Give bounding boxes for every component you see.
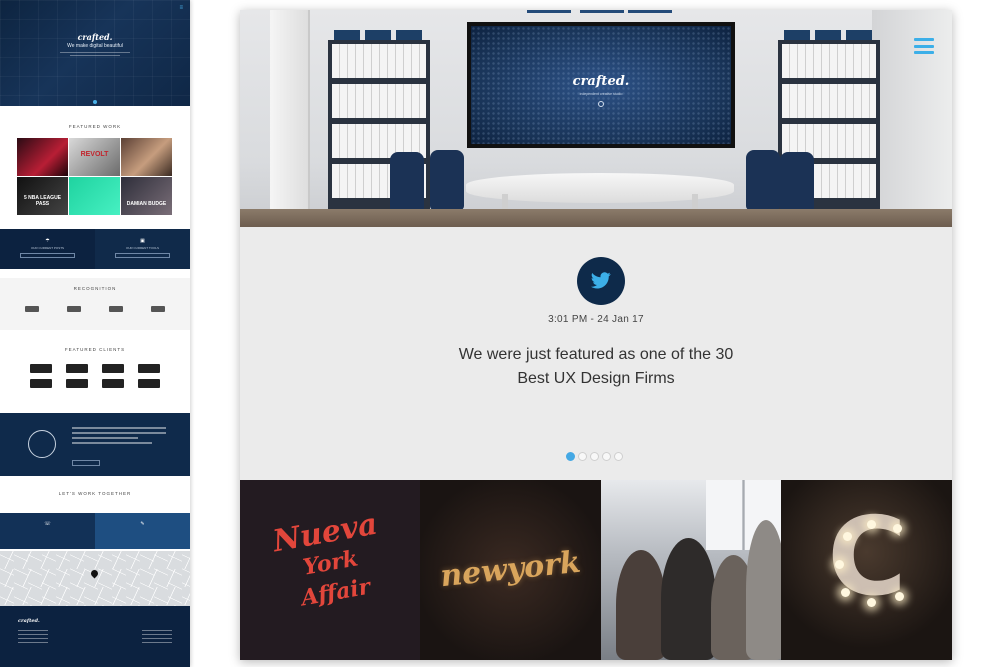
footer-logo: crafted.	[18, 618, 40, 624]
gallery-tile-marquee-letter[interactable]: C	[781, 480, 952, 660]
work-tile[interactable]: 5 NBA LEAGUE PASS	[17, 177, 68, 215]
gallery-tile-lettering-gold[interactable]: newyork	[420, 480, 601, 660]
twitter-icon[interactable]	[577, 257, 625, 305]
lets-work-title: LET'S WORK TOGETHER	[58, 491, 132, 496]
thumbnail-hero: ≡ crafted. We make digital beautiful	[0, 0, 190, 106]
gallery-tile-team-photo[interactable]	[601, 480, 781, 660]
office-window-right	[872, 10, 952, 227]
gallery-tile-lettering-red[interactable]: Nueva York Affair	[240, 480, 420, 660]
thumbnail-menu-icon[interactable]: ≡	[179, 5, 183, 11]
page-root: ≡ crafted. We make digital beautiful FEA…	[0, 0, 1000, 667]
thumbnail-award-band	[0, 413, 190, 476]
pencil-icon: ✎	[140, 521, 145, 527]
tweet-line-1: We were just featured as one of the 30	[458, 346, 734, 363]
pagination-dot-3[interactable]	[590, 452, 599, 461]
thumbnail-work-grid: REVOLT 5 NBA LEAGUE PASS DAMIAN BUDGE	[17, 138, 172, 215]
phone-icon: ☏	[44, 521, 51, 527]
twitter-feature-panel: 3:01 PM - 24 Jan 17 We were just feature…	[240, 227, 952, 480]
main-mockup: crafted. independent creative studio 3:0…	[240, 10, 952, 660]
thumbnail-clients: FEATURED CLIENTS	[0, 340, 190, 406]
award-read-button[interactable]	[72, 460, 100, 466]
thumbnail-recognition: RECOGNITION	[0, 278, 190, 330]
globe-icon	[598, 101, 604, 107]
thumbnail-contact-band-2: ☏ ✎	[0, 513, 190, 549]
contact-right-button[interactable]	[115, 253, 170, 258]
recognition-title: RECOGNITION	[73, 286, 117, 291]
tweet-timestamp: 3:01 PM - 24 Jan 17	[548, 314, 644, 325]
award-badge-icon	[28, 430, 56, 458]
wall-screen: crafted. independent creative studio	[467, 22, 735, 148]
screen-logo: crafted.	[572, 74, 630, 89]
full-page-thumbnail: ≡ crafted. We make digital beautiful FEA…	[0, 0, 190, 667]
lettering-text: Nueva York Affair	[270, 506, 381, 612]
lettering-text: newyork	[438, 544, 583, 595]
clients-title: FEATURED CLIENTS	[64, 347, 126, 352]
work-tile[interactable]	[17, 138, 68, 176]
pagination-dot-1[interactable]	[566, 452, 575, 461]
tweet-text: We were just featured as one of the 30 B…	[396, 343, 796, 391]
thumbnail-map[interactable]	[0, 551, 190, 606]
work-tile[interactable]	[121, 138, 172, 176]
thumbnail-logo: crafted.	[77, 32, 113, 42]
contact-left-button[interactable]	[20, 253, 75, 258]
thumbnail-featured-title: FEATURED WORK	[68, 124, 122, 129]
thumbnail-contact-band: ☂ OUR CURRENT POSTS ▣ OUR CURRENT TOOLS	[0, 229, 190, 269]
office-window	[270, 10, 310, 227]
instagram-gallery: Nueva York Affair newyork C	[240, 480, 952, 660]
briefcase-icon: ▣	[140, 238, 145, 244]
thumbnail-lets-work: LET'S WORK TOGETHER	[0, 484, 190, 512]
hero-image: crafted. independent creative studio	[240, 10, 952, 227]
pagination-dot-5[interactable]	[614, 452, 623, 461]
work-tile[interactable]: DAMIAN BUDGE	[121, 177, 172, 215]
pagination-dot-2[interactable]	[578, 452, 587, 461]
work-tile[interactable]: REVOLT	[69, 138, 120, 176]
contact-left-label: OUR CURRENT POSTS	[30, 246, 65, 250]
pagination-dot-4[interactable]	[602, 452, 611, 461]
hamburger-menu-icon[interactable]	[914, 38, 934, 54]
thumbnail-tagline: We make digital beautiful	[67, 43, 123, 49]
tweet-line-2: Best UX Design Firms	[517, 370, 675, 387]
carousel-pagination	[566, 452, 623, 461]
umbrella-icon: ☂	[45, 238, 50, 244]
map-pin-icon	[89, 568, 100, 579]
contact-right-label: OUR CURRENT TOOLS	[125, 246, 159, 250]
screen-subtitle: independent creative studio	[579, 92, 623, 96]
thumbnail-hero-dot[interactable]	[93, 100, 97, 104]
work-tile[interactable]	[69, 177, 120, 215]
thumbnail-footer: crafted.	[0, 606, 190, 667]
